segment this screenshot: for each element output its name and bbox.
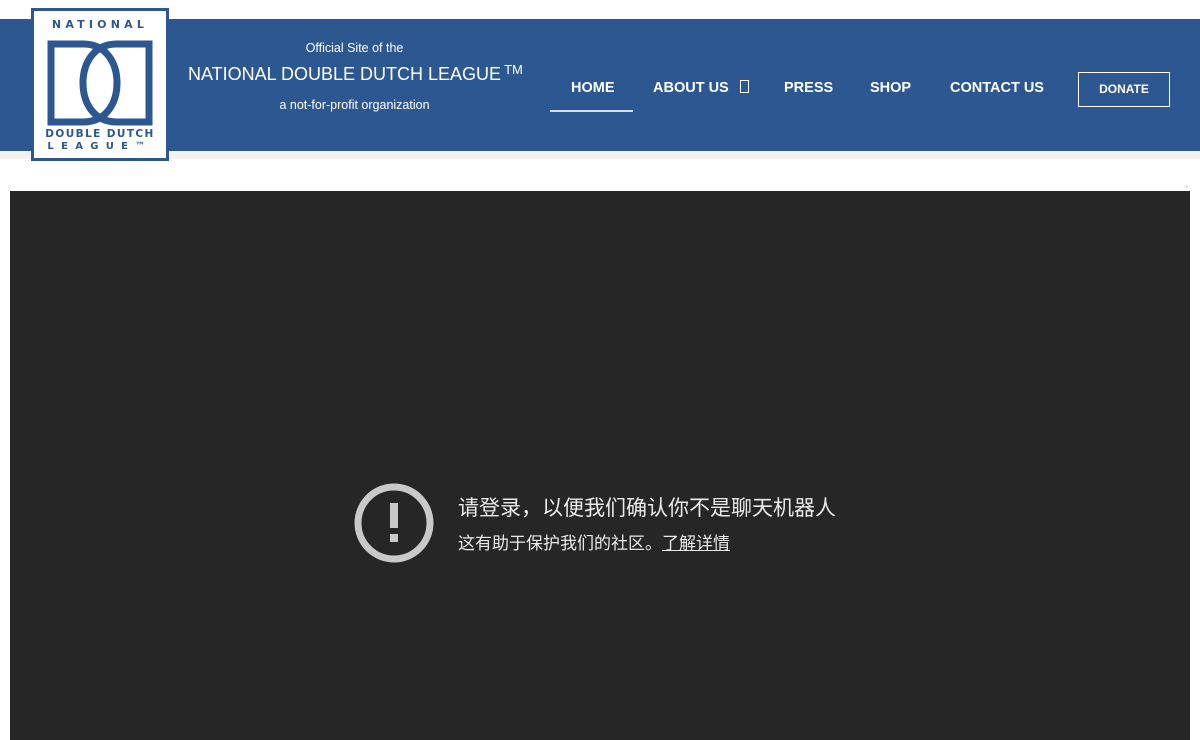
site-title-text: NATIONAL DOUBLE DUTCH LEAGUE (188, 64, 502, 84)
header-shadow (0, 151, 1200, 159)
subtitle-text: 这有助于保护我们的社区。 (458, 534, 662, 553)
embed-corner-mark (1185, 185, 1188, 188)
nav-contact-us[interactable]: CONTACT US (950, 80, 1044, 96)
chevron-down-icon (739, 80, 749, 93)
learn-more-link[interactable]: 了解详情 (662, 534, 730, 553)
nav-about-label: ABOUT US (653, 80, 729, 96)
nav-press[interactable]: PRESS (784, 80, 833, 96)
embedded-content-panel (10, 191, 1190, 740)
site-logo[interactable]: NATIONAL DOUBLE DUTCH LEAGUE™ (31, 8, 169, 161)
donate-button[interactable]: DONATE (1078, 72, 1170, 107)
nav-about-us[interactable]: ABOUT US (653, 80, 749, 96)
double-d-logo-icon (47, 40, 153, 126)
logo-bottom-text-1: DOUBLE DUTCH (45, 128, 155, 140)
site-title[interactable]: NATIONAL DOUBLE DUTCH LEAGUE TM (188, 62, 528, 85)
trademark-mark: TM (504, 62, 523, 77)
logo-bottom-text-2: LEAGUE™ (47, 141, 153, 152)
top-strip (0, 0, 1200, 19)
tagline-top: Official Site of the (305, 41, 404, 55)
alert-circle-icon (354, 483, 434, 563)
signin-required-subtitle: 这有助于保护我们的社区。了解详情 (458, 529, 730, 554)
logo-top-text: NATIONAL (51, 18, 149, 31)
nav-home[interactable]: HOME (571, 80, 615, 96)
logo-inner: NATIONAL DOUBLE DUTCH LEAGUE™ (34, 11, 166, 158)
signin-required-title: 请登录，以便我们确认你不是聊天机器人 (458, 497, 836, 520)
tagline-bottom: a not-for-profit organization (279, 98, 430, 112)
nav-home-active-indicator (550, 110, 633, 112)
nav-shop[interactable]: SHOP (870, 80, 911, 96)
